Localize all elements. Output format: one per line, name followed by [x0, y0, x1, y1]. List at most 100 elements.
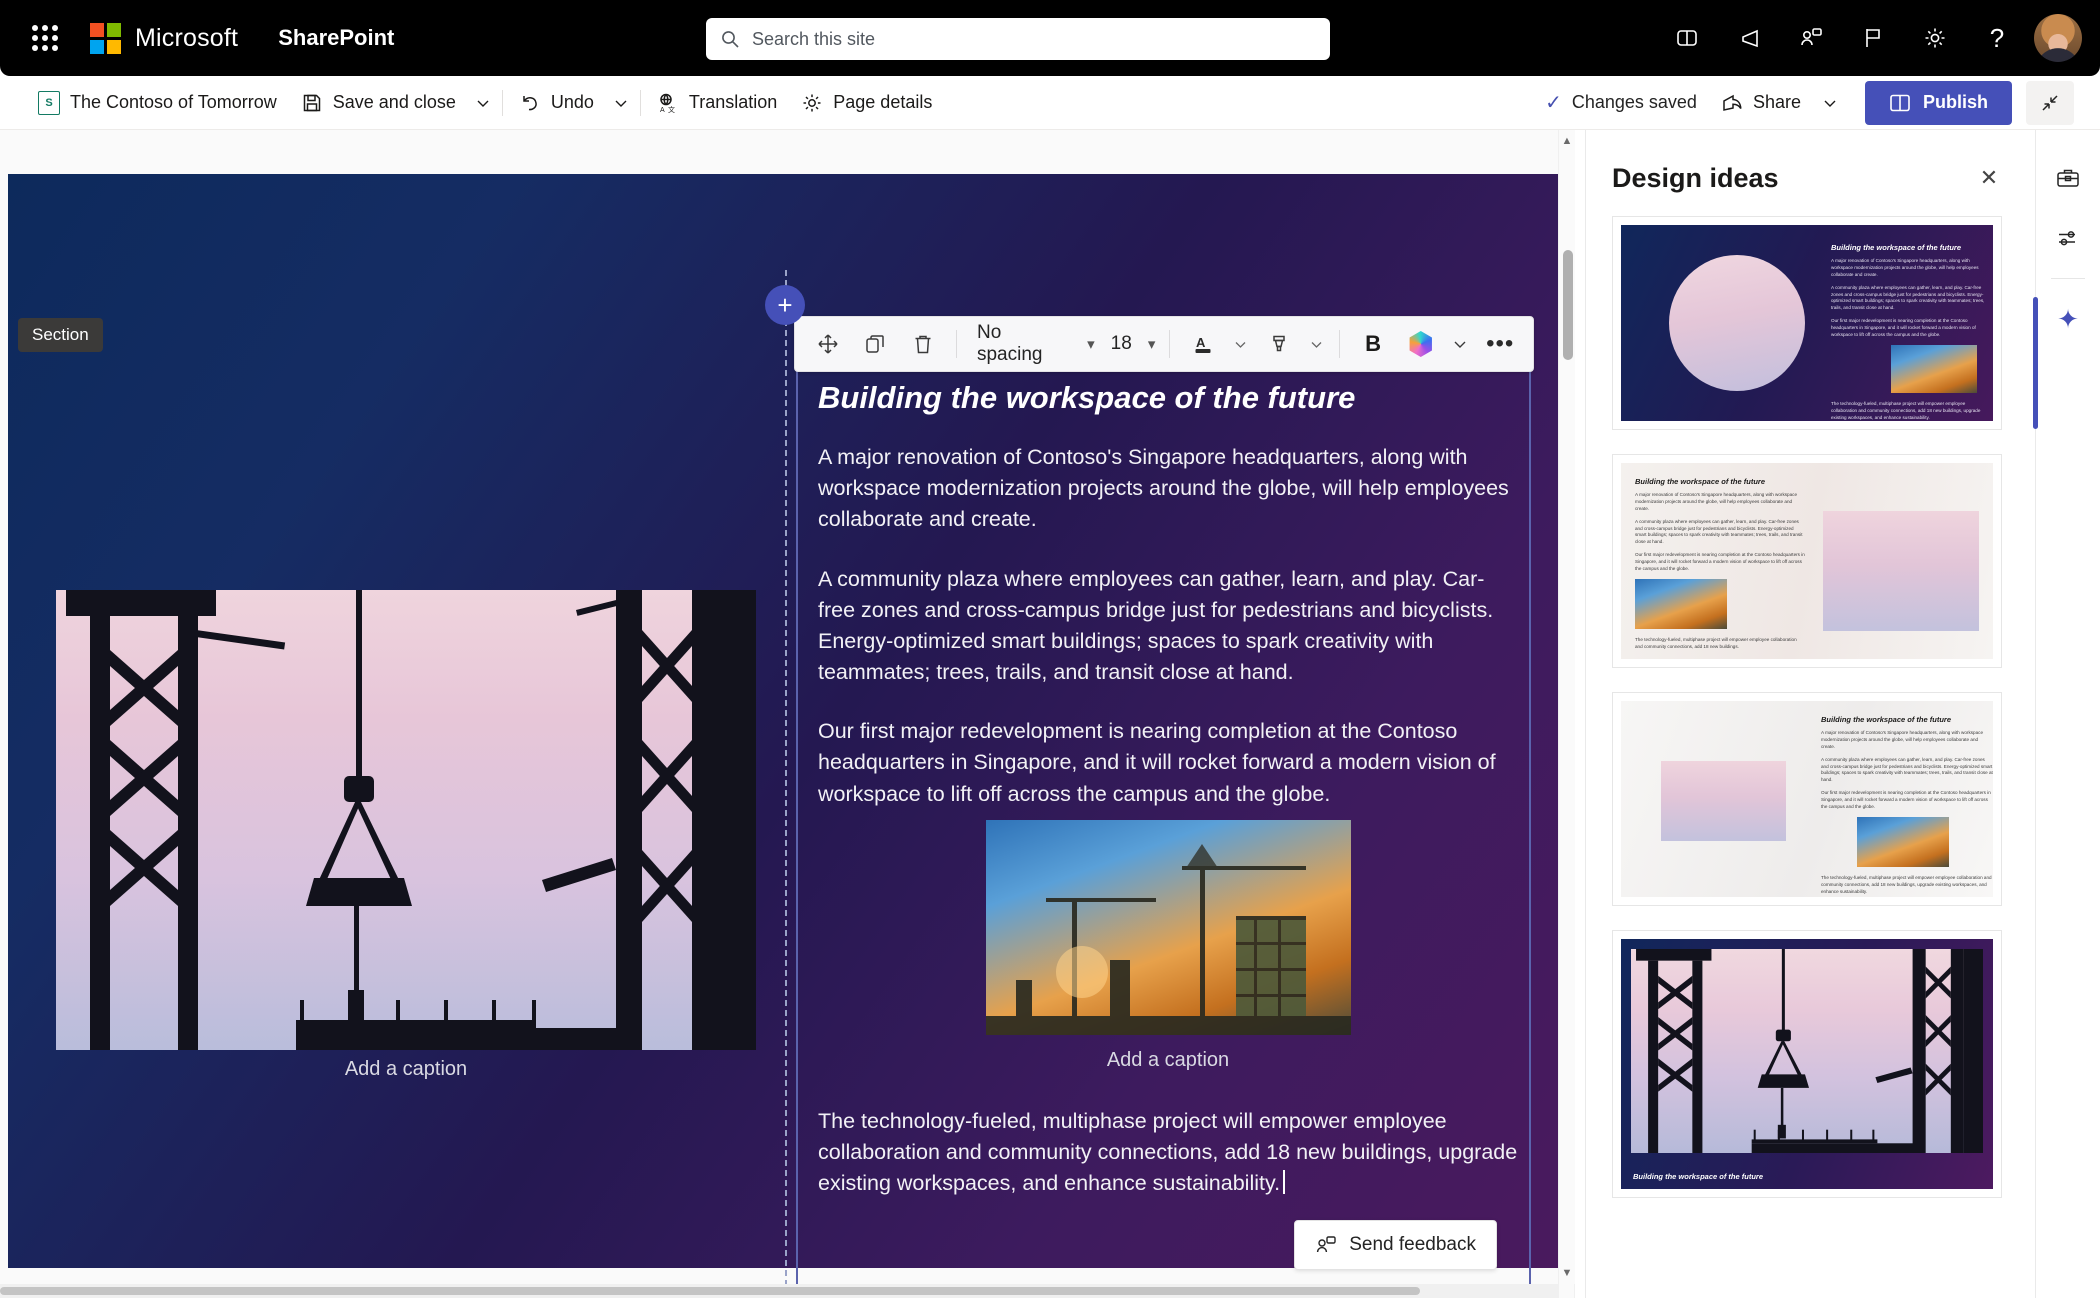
- preview-side-image: [1823, 511, 1979, 631]
- design-idea-light-left-image[interactable]: Building the workspace of the future A m…: [1612, 692, 2002, 906]
- copilot-chevron[interactable]: [1446, 322, 1476, 366]
- sparkle-icon: ✦: [2057, 304, 2079, 334]
- page-details-button[interactable]: Page details: [789, 81, 944, 125]
- delete-webpart-button[interactable]: [900, 322, 946, 366]
- design-idea-preview: Building the workspace of the future A m…: [1621, 225, 1993, 421]
- avatar[interactable]: [2034, 14, 2082, 62]
- construction-silhouette-graphic: [66, 590, 756, 1050]
- save-and-close-label: Save and close: [332, 92, 456, 112]
- vertical-scroll-thumb[interactable]: [1563, 250, 1573, 360]
- horizontal-scroll-thumb[interactable]: [0, 1287, 1420, 1295]
- preview-paragraph: A community plaza where employees can ga…: [1821, 756, 1993, 783]
- circle-image-thumb: [1669, 255, 1805, 391]
- save-options-chevron[interactable]: [468, 81, 498, 125]
- paragraph-style-select[interactable]: No spacing ▾: [967, 322, 1099, 366]
- close-icon[interactable]: ✕: [1969, 158, 2009, 198]
- preview-paragraph: The technology-fueled, multiphase projec…: [1831, 400, 1981, 420]
- save-and-close-button[interactable]: Save and close: [289, 81, 468, 125]
- preview-paragraph: The technology-fueled, multiphase projec…: [1821, 874, 1992, 894]
- panel-title: Design ideas: [1612, 162, 1779, 193]
- article-paragraph[interactable]: A community plaza where employees can ga…: [818, 564, 1518, 689]
- collapse-icon: [2042, 94, 2058, 111]
- divider: [1339, 330, 1341, 358]
- divider: [2051, 278, 2085, 279]
- sliders-icon: [2059, 231, 2075, 246]
- construction-silhouette-graphic: [1636, 949, 1983, 1153]
- publish-button[interactable]: Publish: [1864, 80, 2012, 125]
- undo-options-chevron[interactable]: [606, 81, 636, 125]
- save-status: ✓ Changes saved: [1535, 90, 1707, 115]
- chevron-down-icon: [1824, 100, 1836, 107]
- toolbox-button[interactable]: [2042, 152, 2094, 204]
- translation-icon: A 文: [660, 93, 675, 114]
- save-status-label: Changes saved: [1571, 92, 1697, 112]
- share-options-chevron[interactable]: [1815, 81, 1845, 125]
- design-idea-dark-circle[interactable]: Building the workspace of the future A m…: [1612, 216, 2002, 430]
- whiteboard-icon[interactable]: [1656, 7, 1718, 69]
- article-title[interactable]: Building the workspace of the future: [818, 380, 1518, 416]
- highlight-color-button[interactable]: [1256, 322, 1302, 366]
- copilot-button[interactable]: [1398, 322, 1444, 366]
- send-feedback-button[interactable]: Send feedback: [1294, 1220, 1497, 1270]
- font-color-chevron[interactable]: [1228, 322, 1254, 366]
- inline-image[interactable]: [985, 819, 1351, 1035]
- article-final-paragraph-text: The technology-fueled, multiphase projec…: [818, 1108, 1518, 1196]
- search-container: Search this site: [706, 18, 1330, 60]
- highlight-color-chevron[interactable]: [1303, 322, 1329, 366]
- add-section-top-button[interactable]: +: [765, 285, 805, 325]
- send-feedback-label: Send feedback: [1349, 1234, 1476, 1255]
- app-launcher-button[interactable]: [16, 25, 74, 51]
- preview-title: Building the workspace of the future: [1821, 715, 1952, 724]
- design-idea-hero-image[interactable]: Building the workspace of the future: [1612, 930, 2002, 1198]
- people-chat-icon[interactable]: [1780, 7, 1842, 69]
- scroll-down-arrow[interactable]: ▼: [1559, 1264, 1575, 1282]
- properties-button[interactable]: [2042, 212, 2094, 264]
- hero-image-thumb: [1631, 949, 1983, 1153]
- article-paragraph[interactable]: A major renovation of Contoso's Singapor…: [818, 442, 1518, 536]
- share-button[interactable]: Share: [1709, 81, 1813, 125]
- scroll-up-arrow[interactable]: ▲: [1559, 132, 1575, 150]
- publish-book-icon: [1890, 94, 1910, 111]
- save-icon: [303, 94, 321, 111]
- app-name-link[interactable]: SharePoint: [278, 25, 394, 51]
- sharepoint-page-icon: S: [38, 90, 60, 115]
- megaphone-icon[interactable]: [1718, 7, 1780, 69]
- text-webpart-content[interactable]: Building the workspace of the future A m…: [818, 380, 1518, 1227]
- design-idea-light-right-image[interactable]: Building the workspace of the future A m…: [1612, 454, 2002, 668]
- bold-button[interactable]: B: [1350, 322, 1396, 366]
- preview-paragraph: The technology-fueled, multiphase projec…: [1635, 636, 1797, 649]
- command-bar: S The Contoso of Tomorrow Save and close…: [0, 76, 2100, 130]
- more-options-button[interactable]: •••: [1477, 322, 1523, 366]
- collapse-ribbon-button[interactable]: [2026, 80, 2074, 125]
- preview-paragraph: A major renovation of Contoso's Singapor…: [1635, 492, 1798, 511]
- gear-icon[interactable]: [1904, 7, 1966, 69]
- preview-text-column: Building the workspace of the future A m…: [1821, 715, 1993, 897]
- highlighter-icon: [1272, 335, 1285, 352]
- flag-icon[interactable]: [1842, 7, 1904, 69]
- design-idea-preview: Building the workspace of the future A m…: [1621, 701, 1993, 897]
- font-color-button[interactable]: A: [1180, 322, 1226, 366]
- translation-button[interactable]: A 文 Translation: [645, 81, 789, 125]
- search-input[interactable]: Search this site: [706, 18, 1330, 60]
- preview-paragraph: Our first major redevelopment is nearing…: [1821, 790, 1991, 810]
- article-paragraph[interactable]: Our first major redevelopment is nearing…: [818, 716, 1518, 810]
- undo-button[interactable]: Undo: [507, 81, 606, 125]
- share-label: Share: [1752, 92, 1801, 112]
- preview-paragraph: A community plaza where employees can ga…: [1635, 518, 1803, 545]
- article-final-paragraph[interactable]: The technology-fueled, multiphase projec…: [818, 1106, 1518, 1200]
- page-title-button[interactable]: S The Contoso of Tomorrow: [26, 81, 289, 125]
- font-size-select[interactable]: 18 ▾: [1101, 322, 1160, 366]
- design-ideas-button[interactable]: ✦: [2033, 293, 2094, 429]
- help-icon[interactable]: ?: [1966, 7, 2028, 69]
- microsoft-logo[interactable]: Microsoft: [90, 22, 238, 54]
- inline-image-caption[interactable]: Add a caption: [986, 1049, 1351, 1072]
- copilot-icon: [1409, 331, 1432, 357]
- canvas-vertical-scrollbar[interactable]: ▲ ▼: [1558, 130, 1574, 1298]
- duplicate-webpart-button[interactable]: [853, 322, 899, 366]
- header-icon-group: ?: [1656, 0, 2086, 76]
- horizontal-scrollbar[interactable]: [0, 1284, 1575, 1298]
- move-webpart-button[interactable]: [805, 322, 851, 366]
- left-column-image[interactable]: [56, 590, 756, 1050]
- design-ideas-list: Building the workspace of the future A m…: [1586, 216, 2035, 1198]
- left-image-caption[interactable]: Add a caption: [56, 1058, 756, 1081]
